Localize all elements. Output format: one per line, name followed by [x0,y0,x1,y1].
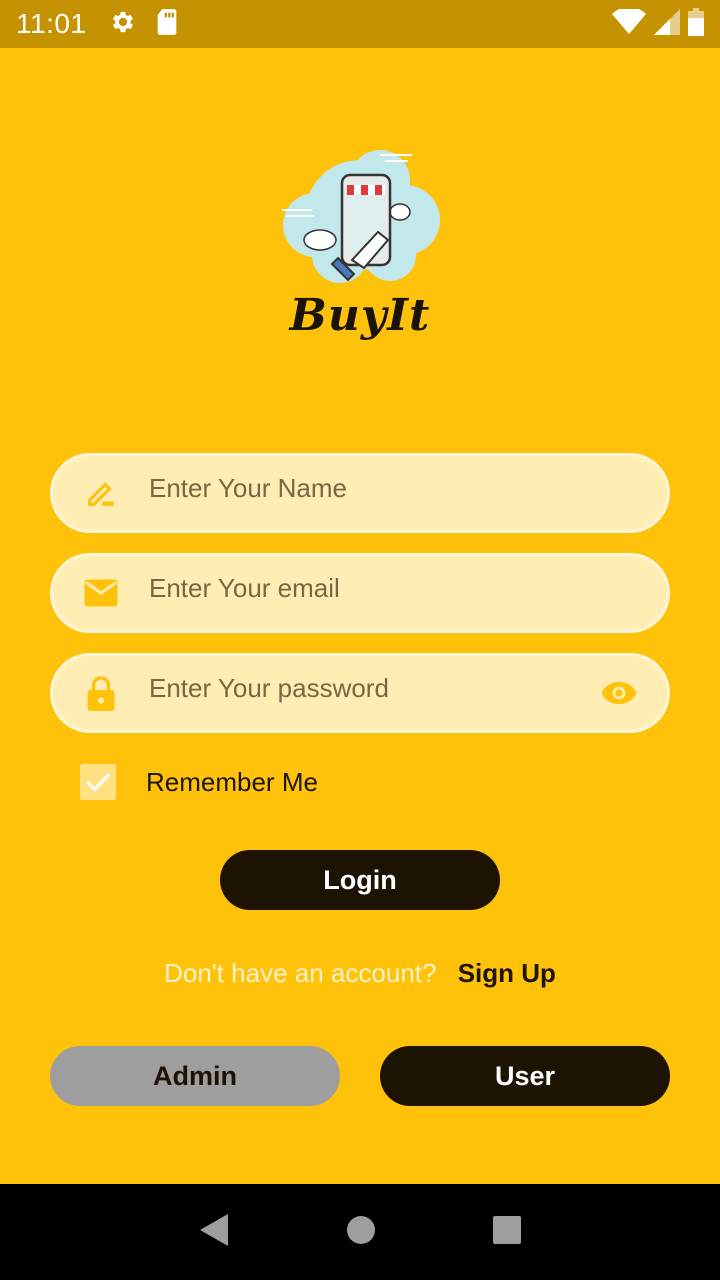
status-icons-right [612,6,704,41]
logo-text: BuyIt [289,290,431,341]
email-input[interactable]: Enter Your email [149,573,667,604]
status-time: 11:01 [16,8,87,39]
email-field[interactable]: Enter Your email [50,553,670,633]
remember-checkbox[interactable] [80,764,116,800]
pencil-icon [79,471,123,515]
check-icon [86,773,111,792]
signup-link[interactable]: Sign Up [458,958,556,988]
mail-icon [79,571,123,615]
home-icon[interactable] [346,1215,376,1250]
app-logo: BuyIt [260,140,460,360]
battery-icon [688,7,704,41]
settings-icon [109,8,137,41]
sd-card-icon [155,8,179,41]
lock-icon [79,671,123,715]
shopping-phone-logo-icon [282,150,440,283]
admin-button[interactable]: Admin [50,1046,340,1106]
signup-row: Don't have an account? Sign Up [0,958,720,989]
name-input[interactable]: Enter Your Name [149,473,667,504]
navigation-bar [0,1184,720,1280]
status-bar: 11:01 [0,0,720,48]
wifi-icon [612,6,646,40]
name-field[interactable]: Enter Your Name [50,453,670,533]
login-button[interactable]: Login [220,850,500,910]
remember-me-row[interactable]: Remember Me [80,762,318,802]
signal-icon [654,8,680,40]
recents-icon[interactable] [492,1215,522,1250]
status-icons-left [109,8,179,41]
eye-icon[interactable] [597,671,641,715]
signup-prompt: Don't have an account? [164,958,437,988]
back-icon[interactable] [198,1213,230,1252]
password-field[interactable]: Enter Your password [50,653,670,733]
remember-label: Remember Me [146,766,318,797]
password-input[interactable]: Enter Your password [149,673,597,704]
user-button[interactable]: User [380,1046,670,1106]
